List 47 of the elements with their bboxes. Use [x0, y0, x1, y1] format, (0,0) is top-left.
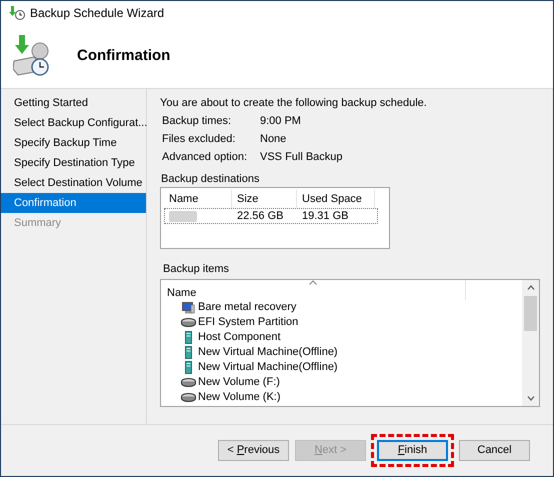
scrollbar[interactable] [522, 280, 539, 406]
scroll-down-icon[interactable] [526, 396, 534, 401]
window-title: Backup Schedule Wizard [30, 5, 164, 22]
wizard-step[interactable]: Specify Destination Type [1, 153, 146, 173]
wizard-button[interactable]: Cancel [459, 440, 530, 461]
wizard-step[interactable]: Getting Started [1, 93, 146, 113]
backup-item[interactable]: Bare metal recovery [198, 299, 296, 316]
column-header[interactable]: Name [161, 280, 466, 300]
wizard-button[interactable]: < Previous [218, 440, 289, 461]
backup-item[interactable]: New Volume (K:) [198, 389, 281, 406]
backup-item[interactable]: EFI System Partition [198, 314, 298, 331]
backup-clock-icon [9, 6, 25, 20]
table-cell-text: 22.56 GB [236, 208, 284, 224]
column-header[interactable]: Used Space [297, 190, 375, 208]
wizard-step[interactable]: Specify Backup Time [1, 133, 146, 153]
wizard-step[interactable]: Select Backup Configurat... [1, 113, 146, 133]
page-heading: Confirmation [77, 46, 170, 66]
backup-item[interactable]: New Virtual Machine(Offline) [198, 359, 338, 376]
server-icon [185, 346, 192, 359]
section-label: Backup destinations [160, 172, 260, 187]
drive-icon [181, 318, 196, 327]
backup-drive-icon [13, 34, 49, 78]
column-header[interactable]: Size [232, 190, 297, 208]
drive-icon [181, 393, 196, 402]
column-header[interactable]: Name [164, 190, 232, 208]
scroll-thumb[interactable] [524, 296, 537, 331]
server-icon [185, 331, 192, 344]
server-icon [185, 361, 192, 374]
backup-item[interactable]: New Virtual Machine(Offline) [198, 344, 338, 361]
intro-text: You are about to create the following backup schedule. [160, 96, 428, 111]
computer-icon [182, 302, 195, 314]
detail-label: Backup times: [162, 114, 232, 129]
detail-label: Files excluded: [162, 132, 236, 147]
table-cell-text: 19.31 GB [301, 208, 348, 224]
detail-value: 9:00 PM [260, 114, 301, 129]
wizard-step[interactable]: Confirmation [1, 193, 146, 213]
drive-icon [181, 378, 196, 387]
backup-item[interactable]: Host Component [198, 329, 281, 346]
scroll-up-icon[interactable] [526, 285, 534, 290]
backup-item[interactable]: New Volume (F:) [198, 374, 280, 391]
detail-value: None [260, 132, 286, 147]
detail-value: VSS Full Backup [260, 150, 343, 165]
destination-row[interactable]: 22.56 GB 19.31 GB [164, 208, 378, 224]
wizard-button[interactable]: Finish [377, 440, 448, 461]
detail-label: Advanced option: [162, 150, 248, 165]
section-label: Backup items [162, 262, 230, 277]
wizard-step[interactable]: Select Destination Volume [1, 173, 146, 193]
